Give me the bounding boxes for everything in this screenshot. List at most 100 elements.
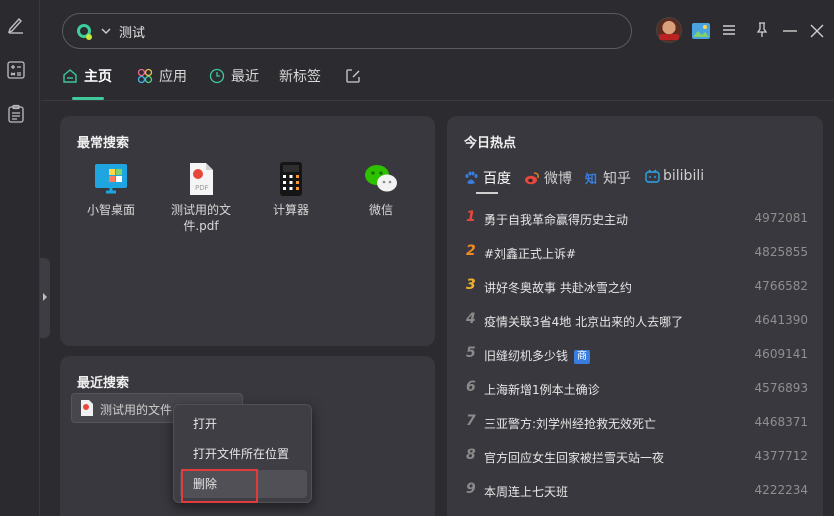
hot-list-item[interactable]: 5 旧缝纫机多少钱商 4609141	[466, 345, 808, 365]
frequent-item-name: 测试用的文件.pdf	[170, 203, 231, 233]
hot-title-label: 官方回应女生回家被拦雪天站一夜	[484, 451, 665, 465]
frequent-item-name: 小智桌面	[86, 203, 135, 217]
hot-tab-bilibili[interactable]: bilibili	[645, 168, 704, 184]
hot-title-label: 勇于自我革命赢得历史主动	[484, 213, 629, 227]
pin-icon[interactable]	[756, 22, 768, 38]
hot-count: 4468371	[754, 415, 808, 429]
hot-tab-baidu[interactable]: 百度	[464, 168, 511, 188]
hot-title-label: 旧缝纫机多少钱	[484, 349, 569, 363]
menu-item-open-location[interactable]: 打开文件所在位置	[180, 440, 307, 468]
edit-tabs-button[interactable]	[345, 66, 367, 100]
hot-list-item[interactable]: 9 本周连上七天班 4222234	[466, 481, 808, 501]
bilibili-icon	[645, 169, 660, 183]
ad-badge: 商	[574, 350, 591, 364]
recent-title: 最近搜索	[77, 376, 130, 391]
tab-new-tab-label: 新标签	[279, 69, 321, 85]
pdf-file-icon	[81, 400, 93, 416]
frequent-item-name: 微信	[368, 203, 393, 217]
chevron-down-icon[interactable]	[101, 26, 111, 36]
frequent-item-pdf[interactable]: PDF 测试用的文件.pdf	[161, 162, 241, 234]
hot-rank: 7	[466, 413, 476, 429]
hot-count: 4972081	[754, 211, 808, 225]
hot-rank: 8	[466, 447, 476, 463]
apps-icon	[137, 68, 153, 84]
svg-text:PDF: PDF	[195, 184, 209, 192]
hot-rank: 6	[466, 379, 476, 395]
hot-title-text: #刘鑫正式上诉#	[484, 245, 576, 262]
hot-title-text: 讲好冬奥故事 共赴冰雪之约	[484, 279, 632, 296]
hot-list-item[interactable]: 1 勇于自我革命赢得历史主动 4972081	[466, 209, 808, 229]
pen-icon[interactable]	[6, 14, 26, 34]
minimize-icon[interactable]	[783, 30, 797, 32]
weibo-icon	[525, 172, 539, 185]
search-bar[interactable]	[62, 13, 632, 49]
hot-title-text: 疫情关联3省4地 北京出来的人去哪了	[484, 313, 683, 330]
baidu-paw-icon	[465, 171, 478, 184]
hot-list-item[interactable]: 3 讲好冬奥故事 共赴冰雪之约 4766582	[466, 277, 808, 297]
wechat-icon	[364, 162, 398, 196]
menu-item-open[interactable]: 打开	[180, 410, 307, 438]
tab-apps[interactable]: 应用	[137, 66, 187, 100]
hot-title-text: 勇于自我革命赢得历史主动	[484, 211, 628, 228]
hot-tab-label: 百度	[483, 171, 511, 187]
frequent-title: 最常搜索	[77, 136, 130, 151]
rail-expand-handle[interactable]	[40, 258, 50, 338]
hot-title-text: 旧缝纫机多少钱商	[484, 347, 591, 364]
hot-title-label: 疫情关联3省4地 北京出来的人去哪了	[484, 315, 684, 329]
hot-list-item[interactable]: 6 上海新增1例本土确诊 4576893	[466, 379, 808, 399]
frequent-item-wechat[interactable]: 微信	[341, 162, 421, 218]
frequent-item-name: 计算器	[272, 203, 309, 217]
hot-count: 4609141	[754, 347, 808, 361]
hot-title-text: 官方回应女生回家被拦雪天站一夜	[484, 449, 664, 466]
menu-icon[interactable]	[722, 24, 736, 36]
hot-tab-weibo[interactable]: 微博	[524, 168, 572, 188]
zhihu-icon: 知	[585, 171, 597, 185]
tab-new-tab[interactable]: 新标签	[279, 66, 321, 100]
hot-title-text: 三亚警方:刘学州经抢救无效死亡	[484, 415, 656, 432]
hot-tab-label: bilibili	[663, 168, 705, 184]
tab-home[interactable]: 主页	[62, 66, 112, 100]
hot-rank: 5	[466, 345, 476, 361]
hot-count: 4641390	[754, 313, 808, 327]
search-input[interactable]	[119, 20, 599, 42]
home-icon	[63, 69, 77, 83]
hot-count: 4576893	[754, 381, 808, 395]
hot-title-label: #刘鑫正式上诉#	[484, 247, 577, 261]
hot-rank: 3	[466, 277, 476, 293]
frequent-item-calculator[interactable]: 计算器	[251, 162, 331, 218]
hot-list-item[interactable]: 2 #刘鑫正式上诉# 4825855	[466, 243, 808, 263]
wallpaper-icon[interactable]	[691, 22, 711, 40]
tab-home-label: 主页	[84, 69, 112, 85]
clock-icon	[209, 68, 225, 84]
hot-count: 4766582	[754, 279, 808, 293]
avatar[interactable]	[656, 17, 682, 43]
tab-recent[interactable]: 最近	[209, 66, 259, 100]
tab-apps-label: 应用	[159, 69, 187, 85]
hot-tab-label: 知乎	[603, 171, 631, 187]
clipboard-icon[interactable]	[6, 104, 26, 124]
hot-rank: 2	[466, 243, 476, 259]
close-icon[interactable]	[810, 24, 824, 38]
search-engine-icon-dot	[86, 34, 92, 40]
hot-title-label: 上海新增1例本土确诊	[484, 383, 600, 397]
edit-icon	[346, 69, 360, 83]
hot-tab-indicator	[476, 192, 498, 194]
hot-tab-zhihu[interactable]: 知 知乎	[585, 168, 631, 188]
hot-rank: 1	[466, 209, 476, 225]
hot-count: 4825855	[754, 245, 808, 259]
hot-title-label: 讲好冬奥故事 共赴冰雪之约	[484, 281, 632, 295]
tab-recent-label: 最近	[231, 69, 259, 85]
svg-text:知: 知	[585, 171, 597, 185]
left-rail	[0, 0, 40, 516]
context-menu: 打开 打开文件所在位置 删除	[173, 404, 312, 503]
hot-rank: 9	[466, 481, 476, 497]
divider	[41, 100, 834, 101]
hot-list-item[interactable]: 8 官方回应女生回家被拦雪天站一夜 4377712	[466, 447, 808, 467]
hot-rank: 4	[466, 311, 476, 327]
calculator-rail-icon[interactable]	[6, 60, 26, 80]
frequent-item-desktop[interactable]: 小智桌面	[71, 162, 151, 218]
hot-list-item[interactable]: 4 疫情关联3省4地 北京出来的人去哪了 4641390	[466, 311, 808, 331]
hot-count: 4222234	[754, 483, 808, 497]
hot-title-label: 本周连上七天班	[484, 485, 569, 499]
hot-list-item[interactable]: 7 三亚警方:刘学州经抢救无效死亡 4468371	[466, 413, 808, 433]
